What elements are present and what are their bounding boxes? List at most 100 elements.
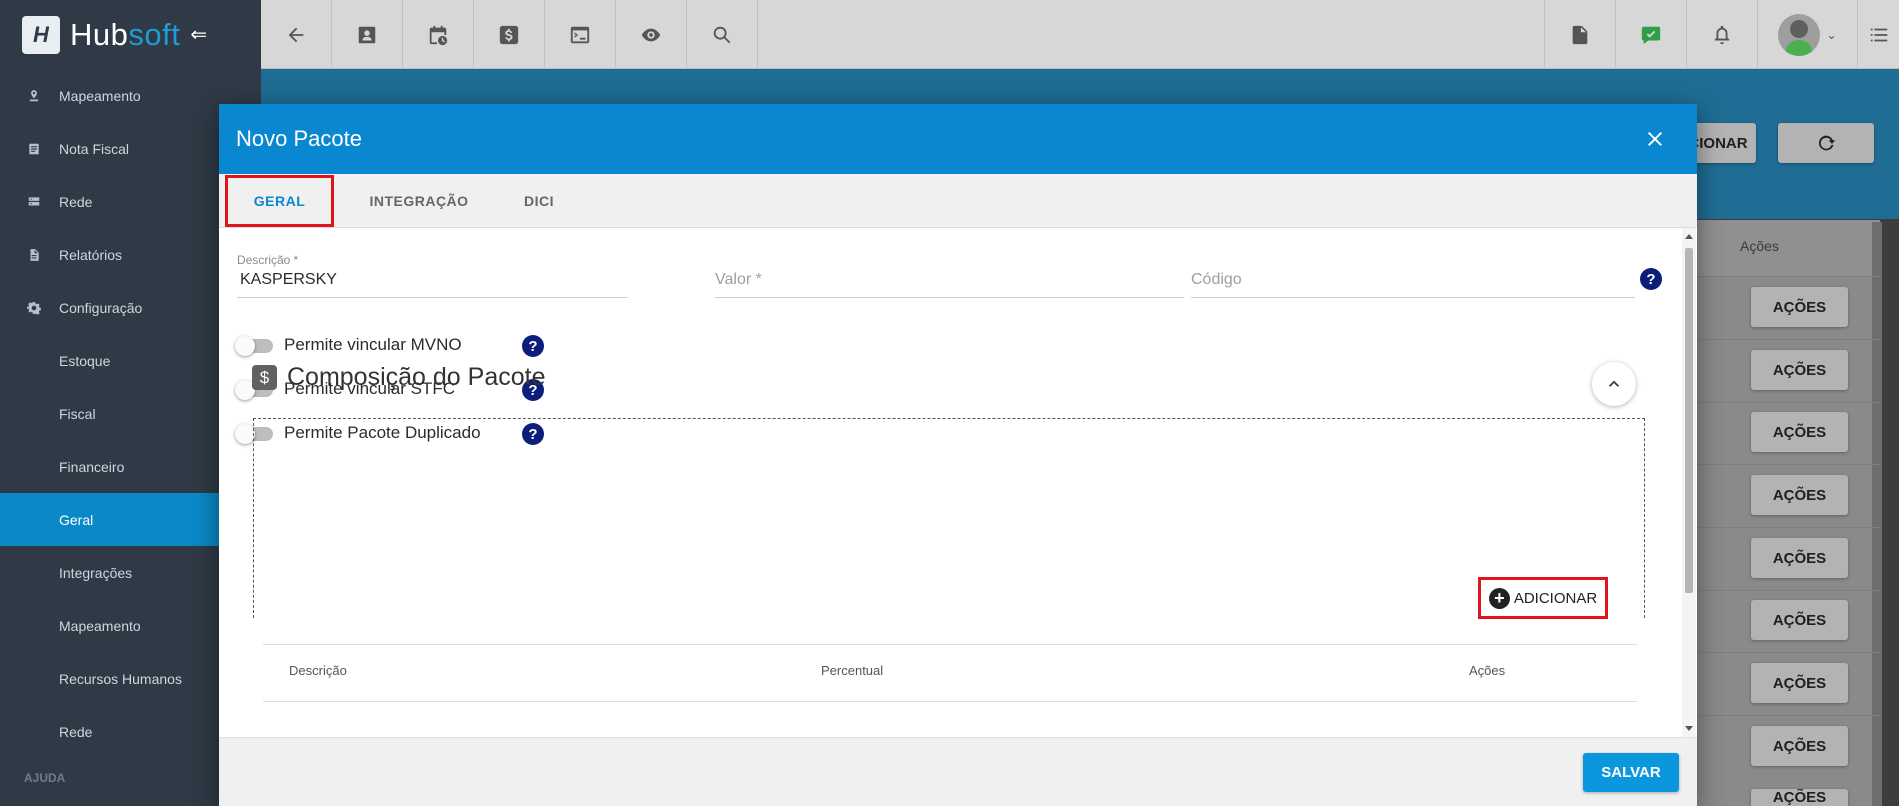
- column-header-descricao[interactable]: Descrição: [289, 663, 347, 678]
- background-acoes-button: AÇÕES: [1751, 663, 1848, 703]
- eye-icon: [641, 28, 661, 41]
- toolbar-right: ⌄: [1544, 0, 1899, 69]
- mvno-help-icon[interactable]: ?: [522, 335, 544, 357]
- list-icon: [1870, 28, 1887, 41]
- top-bar: H Hubsoft ⇐ ⌄: [0, 0, 1899, 69]
- search-button[interactable]: [687, 0, 758, 69]
- descricao-field-label: Descrição *: [237, 253, 299, 267]
- tab-geral[interactable]: GERAL: [225, 174, 334, 227]
- close-icon: [1648, 132, 1662, 146]
- table-header-divider: [263, 701, 1637, 702]
- background-acoes-button: AÇÕES: [1751, 412, 1848, 452]
- sidebar-item-label: Recursos Humanos: [59, 670, 182, 687]
- background-refresh-button: [1778, 123, 1874, 163]
- hubsoft-logo-icon: H: [22, 15, 60, 54]
- chevron-down-icon: ⌄: [1826, 27, 1837, 42]
- sidebar-item-label: Configuração: [59, 299, 143, 316]
- table-top-divider: [263, 644, 1637, 645]
- list-menu-button[interactable]: [1857, 0, 1899, 69]
- user-avatar: [1778, 13, 1821, 56]
- scroll-down-icon[interactable]: [1685, 726, 1693, 731]
- modal-header: Novo Pacote: [219, 104, 1697, 174]
- schedule-button[interactable]: [403, 0, 474, 69]
- modal-body: Descrição * KASPERSKY Valor * Código ? P…: [219, 228, 1697, 737]
- modal-scrollbar[interactable]: [1682, 228, 1696, 737]
- valor-field[interactable]: Valor *: [715, 271, 1095, 289]
- composicao-section-title: $ Composição do Pacote: [252, 363, 545, 392]
- tab-dici[interactable]: DICI: [514, 174, 564, 228]
- column-header-percentual[interactable]: Percentual: [821, 663, 883, 678]
- tab-integracao[interactable]: INTEGRAÇÃO: [354, 174, 484, 228]
- adicionar-label: ADICIONAR: [1513, 589, 1598, 607]
- gear-icon: [26, 300, 42, 316]
- logo-area: H Hubsoft ⇐: [0, 0, 261, 69]
- sidebar-item-label: Mapeamento: [59, 87, 141, 104]
- modal-footer: SALVAR: [219, 737, 1697, 806]
- plus-circle-icon: +: [1488, 587, 1510, 609]
- mvno-toggle[interactable]: [235, 336, 275, 356]
- background-acoes-header: Ações: [1740, 238, 1779, 254]
- finance-button[interactable]: [474, 0, 545, 69]
- sidebar-item-label: Mapeamento: [59, 617, 141, 634]
- contact-card-icon: [358, 26, 376, 43]
- collapse-section-button[interactable]: [1592, 362, 1636, 406]
- server-icon: [26, 194, 42, 210]
- search-icon: [713, 26, 731, 43]
- codigo-field[interactable]: Código: [1191, 271, 1571, 289]
- receipt-icon: [26, 141, 42, 157]
- sidebar-item-label: Financeiro: [59, 458, 125, 475]
- background-acoes-button: AÇÕES: [1751, 287, 1848, 327]
- back-button[interactable]: [261, 0, 332, 69]
- sidebar-item-label: Nota Fiscal: [59, 140, 130, 157]
- arrow-left-icon: [288, 27, 304, 42]
- background-acoes-button: AÇÕES: [1751, 789, 1848, 806]
- salvar-button[interactable]: SALVAR: [1583, 753, 1679, 792]
- hubsoft-logo-text: Hubsoft: [70, 16, 181, 52]
- view-button[interactable]: [616, 0, 687, 69]
- toolbar-left: [261, 0, 758, 69]
- sidebar-item-label: Fiscal: [59, 405, 96, 422]
- dollar-icon: [499, 25, 519, 44]
- scroll-thumb[interactable]: [1685, 248, 1693, 593]
- bell-icon: [1714, 25, 1730, 44]
- pin-icon: [26, 88, 42, 104]
- notifications-button[interactable]: [1686, 0, 1757, 69]
- dollar-icon: $: [252, 365, 277, 390]
- chevron-up-icon: [1609, 380, 1619, 387]
- terminal-icon: [570, 26, 590, 43]
- calendar-clock-icon: [429, 25, 448, 45]
- mvno-toggle-label: Permite vincular MVNO: [284, 335, 462, 354]
- novo-pacote-modal: Novo Pacote GERAL INTEGRAÇÃO DICI Descri…: [219, 104, 1697, 806]
- valor-placeholder: Valor *: [715, 271, 762, 288]
- sidebar-item-label: Rede: [59, 723, 93, 740]
- background-acoes-button: AÇÕES: [1751, 726, 1848, 766]
- contacts-button[interactable]: [332, 0, 403, 69]
- refresh-icon: [1818, 135, 1836, 151]
- pdf-button[interactable]: [1544, 0, 1615, 69]
- sidebar-item-label: Geral: [59, 511, 94, 528]
- codigo-underline: [1191, 297, 1635, 298]
- scroll-up-icon[interactable]: [1685, 234, 1693, 239]
- close-button[interactable]: [1643, 127, 1667, 151]
- composicao-box: [253, 418, 1645, 618]
- codigo-help-icon[interactable]: ?: [1640, 268, 1662, 290]
- checked-message-icon: [1641, 26, 1661, 44]
- pdf-file-icon: [1572, 25, 1588, 44]
- descricao-underline: [237, 297, 628, 298]
- background-acoes-button: AÇÕES: [1751, 350, 1848, 390]
- background-acoes-button: AÇÕES: [1751, 475, 1848, 515]
- background-acoes-button: AÇÕES: [1751, 538, 1848, 578]
- messages-button[interactable]: [1615, 0, 1686, 69]
- collapse-menu-icon[interactable]: ⇐: [190, 22, 207, 47]
- descricao-field[interactable]: KASPERSKY: [240, 271, 620, 289]
- user-menu[interactable]: ⌄: [1757, 0, 1857, 69]
- sidebar-item-label: Integrações: [59, 564, 133, 581]
- codigo-placeholder: Código: [1191, 271, 1242, 288]
- column-header-acoes: Ações: [1469, 663, 1506, 678]
- adicionar-button[interactable]: + ADICIONAR: [1478, 577, 1608, 619]
- modal-title: Novo Pacote: [236, 126, 362, 151]
- modal-tabs: GERAL INTEGRAÇÃO DICI: [219, 174, 1697, 228]
- terminal-button[interactable]: [545, 0, 616, 69]
- section-title-text: Composição do Pacote: [287, 363, 546, 391]
- descricao-value: KASPERSKY: [240, 271, 337, 288]
